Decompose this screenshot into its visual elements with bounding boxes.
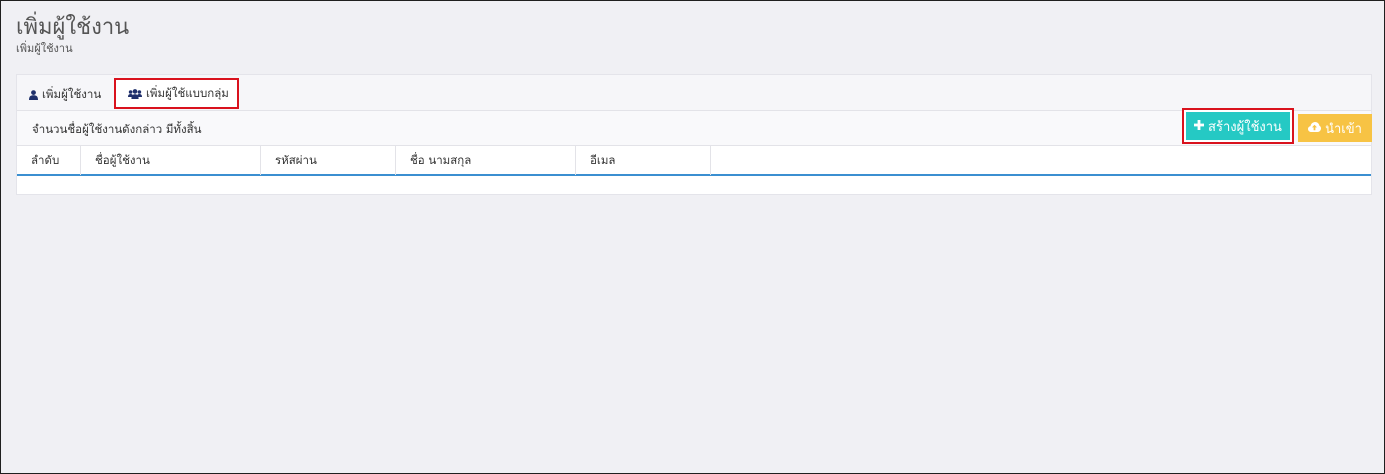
user-icon <box>29 90 38 100</box>
page-subtitle: เพิ่มผู้ใช้งาน <box>16 42 73 55</box>
users-icon <box>128 88 142 99</box>
column-header-username[interactable]: ชื่อผู้ใช้งาน <box>81 146 261 175</box>
column-header-password[interactable]: รหัสผ่าน <box>261 146 396 175</box>
tab-add-user[interactable]: เพิ่มผู้ใช้งาน <box>29 81 101 109</box>
users-table-header: ลำดับ ชื่อผู้ใช้งาน รหัสผ่าน ชื่อ นามสกุ… <box>17 145 1371 176</box>
page-title: เพิ่มผู้ใช้งาน <box>16 15 130 40</box>
tab-bar: เพิ่มผู้ใช้งาน เพิ่มผู้ใช้แบบกลุ่ม <box>17 75 1371 111</box>
tab-add-user-group-label: เพิ่มผู้ใช้แบบกลุ่ม <box>146 85 229 100</box>
import-button[interactable]: นำเข้า <box>1298 114 1372 142</box>
toolbar: จำนวนชื่อผู้ใช้งานดังกล่าว มีทั้งสิ้น นำ… <box>17 111 1372 145</box>
plus-icon <box>1194 119 1205 134</box>
user-count-label: จำนวนชื่อผู้ใช้งานดังกล่าว มีทั้งสิ้น <box>32 122 202 136</box>
create-user-button[interactable]: สร้างผู้ใช้งาน <box>1186 112 1290 140</box>
create-user-button-label: สร้างผู้ใช้งาน <box>1208 119 1282 135</box>
cloud-upload-icon <box>1308 121 1322 136</box>
create-user-highlight: สร้างผู้ใช้งาน <box>1182 108 1294 144</box>
window-border <box>0 0 1385 474</box>
tab-add-user-group[interactable]: เพิ่มผู้ใช้แบบกลุ่ม <box>114 78 239 109</box>
column-header-fullname[interactable]: ชื่อ นามสกุล <box>396 146 576 175</box>
tab-add-user-label: เพิ่มผู้ใช้งาน <box>42 87 102 101</box>
import-button-label: นำเข้า <box>1325 121 1362 137</box>
column-header-email[interactable]: อีเมล <box>576 146 711 175</box>
user-panel: เพิ่มผู้ใช้งาน เพิ่มผู้ใช้แบบกลุ่ม จำนวน… <box>16 74 1372 195</box>
column-header-order[interactable]: ลำดับ <box>17 146 81 175</box>
